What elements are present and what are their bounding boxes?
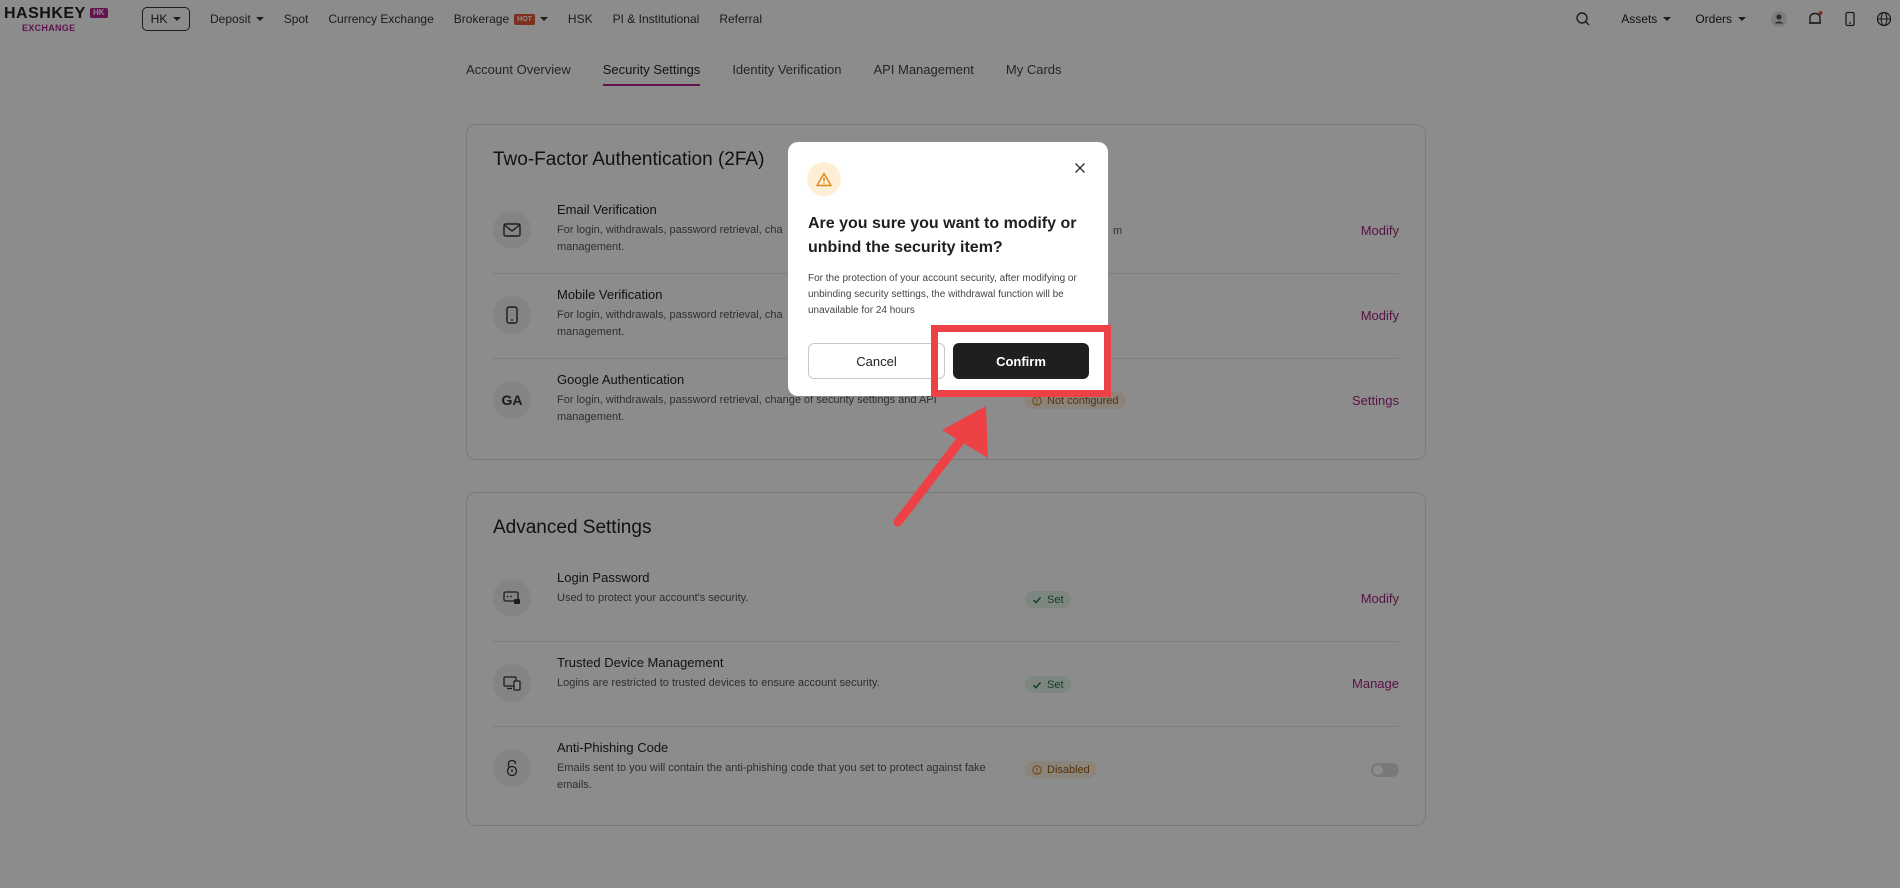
modal-body: For the protection of your account secur… bbox=[808, 273, 1077, 316]
close-icon[interactable] bbox=[1072, 160, 1088, 176]
cancel-button[interactable]: Cancel bbox=[808, 343, 945, 379]
annotation-highlight-box bbox=[931, 325, 1111, 397]
annotation-arrow-icon bbox=[893, 406, 988, 527]
modal-title: Are you sure you want to modify or unbin… bbox=[808, 215, 1077, 256]
warning-icon bbox=[807, 162, 841, 196]
